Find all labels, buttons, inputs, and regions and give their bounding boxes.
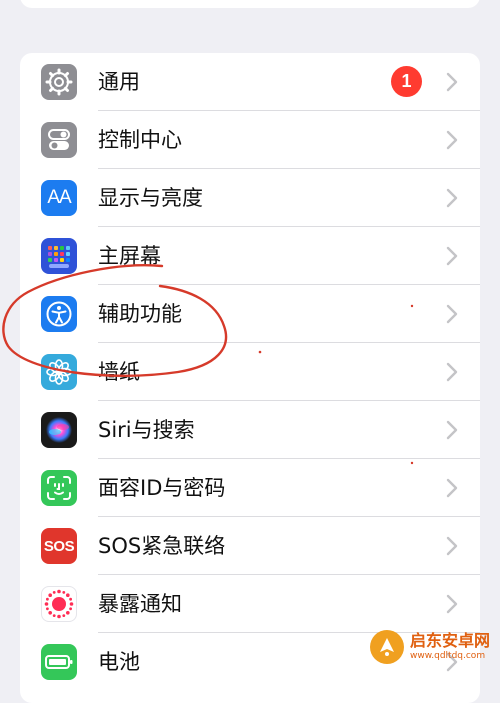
settings-row-face-id-passcode[interactable]: 面容ID与密码 [20,459,480,517]
chevron-right-icon [446,536,458,556]
chevron-right-icon [446,72,458,92]
settings-row-label: 通用 [98,70,140,94]
settings-row-label: SOS紧急联络 [98,534,226,558]
home-grid-icon [41,238,77,274]
watermark-logo-icon [370,630,404,664]
settings-row-label: 电池 [98,650,140,674]
settings-row-label: 显示与亮度 [98,186,203,210]
flower-icon [41,354,77,390]
chevron-right-icon [446,130,458,150]
toggle-icon [41,122,77,158]
chevron-right-icon [446,304,458,324]
notification-badge: 1 [391,66,422,97]
face-id-icon [41,470,77,506]
settings-row-label: Siri与搜索 [98,418,195,442]
settings-row-label: 暴露通知 [98,592,182,616]
battery-icon [41,644,77,680]
siri-icon [41,412,77,448]
settings-row-label: 面容ID与密码 [98,476,226,500]
watermark-title: 启东安卓网 [410,631,491,650]
chevron-right-icon [446,478,458,498]
chevron-right-icon [446,246,458,266]
settings-row-control-center[interactable]: 控制中心 [20,111,480,169]
previous-settings-group [20,0,480,8]
chevron-right-icon [446,594,458,614]
settings-row-accessibility[interactable]: 辅助功能 [20,285,480,343]
settings-group: 通用 1 控制中心 AA 显示与亮度 主屏幕 辅助功能 墙纸 Siri与搜索 面… [20,53,480,703]
sos-icon: SOS [41,528,77,564]
chevron-right-icon [446,362,458,382]
gear-icon [41,64,77,100]
settings-row-display-brightness[interactable]: AA 显示与亮度 [20,169,480,227]
settings-row-label: 主屏幕 [98,244,161,268]
chevron-right-icon [446,188,458,208]
settings-row-label: 控制中心 [98,128,182,152]
settings-row-home-screen[interactable]: 主屏幕 [20,227,480,285]
settings-row-wallpaper[interactable]: 墙纸 [20,343,480,401]
chevron-right-icon [446,420,458,440]
settings-row-label: 墙纸 [98,360,140,384]
text-size-icon: AA [41,180,77,216]
exposure-icon [41,586,77,622]
settings-row-emergency-sos[interactable]: SOS SOS紧急联络 [20,517,480,575]
accessibility-icon [41,296,77,332]
settings-row-siri-search[interactable]: Siri与搜索 [20,401,480,459]
settings-row-general[interactable]: 通用 1 [20,53,480,111]
settings-row-label: 辅助功能 [98,302,182,326]
site-watermark: 启东安卓网 www.qdltdq.com [370,627,500,667]
watermark-url: www.qdltdq.com [410,651,486,661]
settings-row-exposure-notifications[interactable]: 暴露通知 [20,575,480,633]
